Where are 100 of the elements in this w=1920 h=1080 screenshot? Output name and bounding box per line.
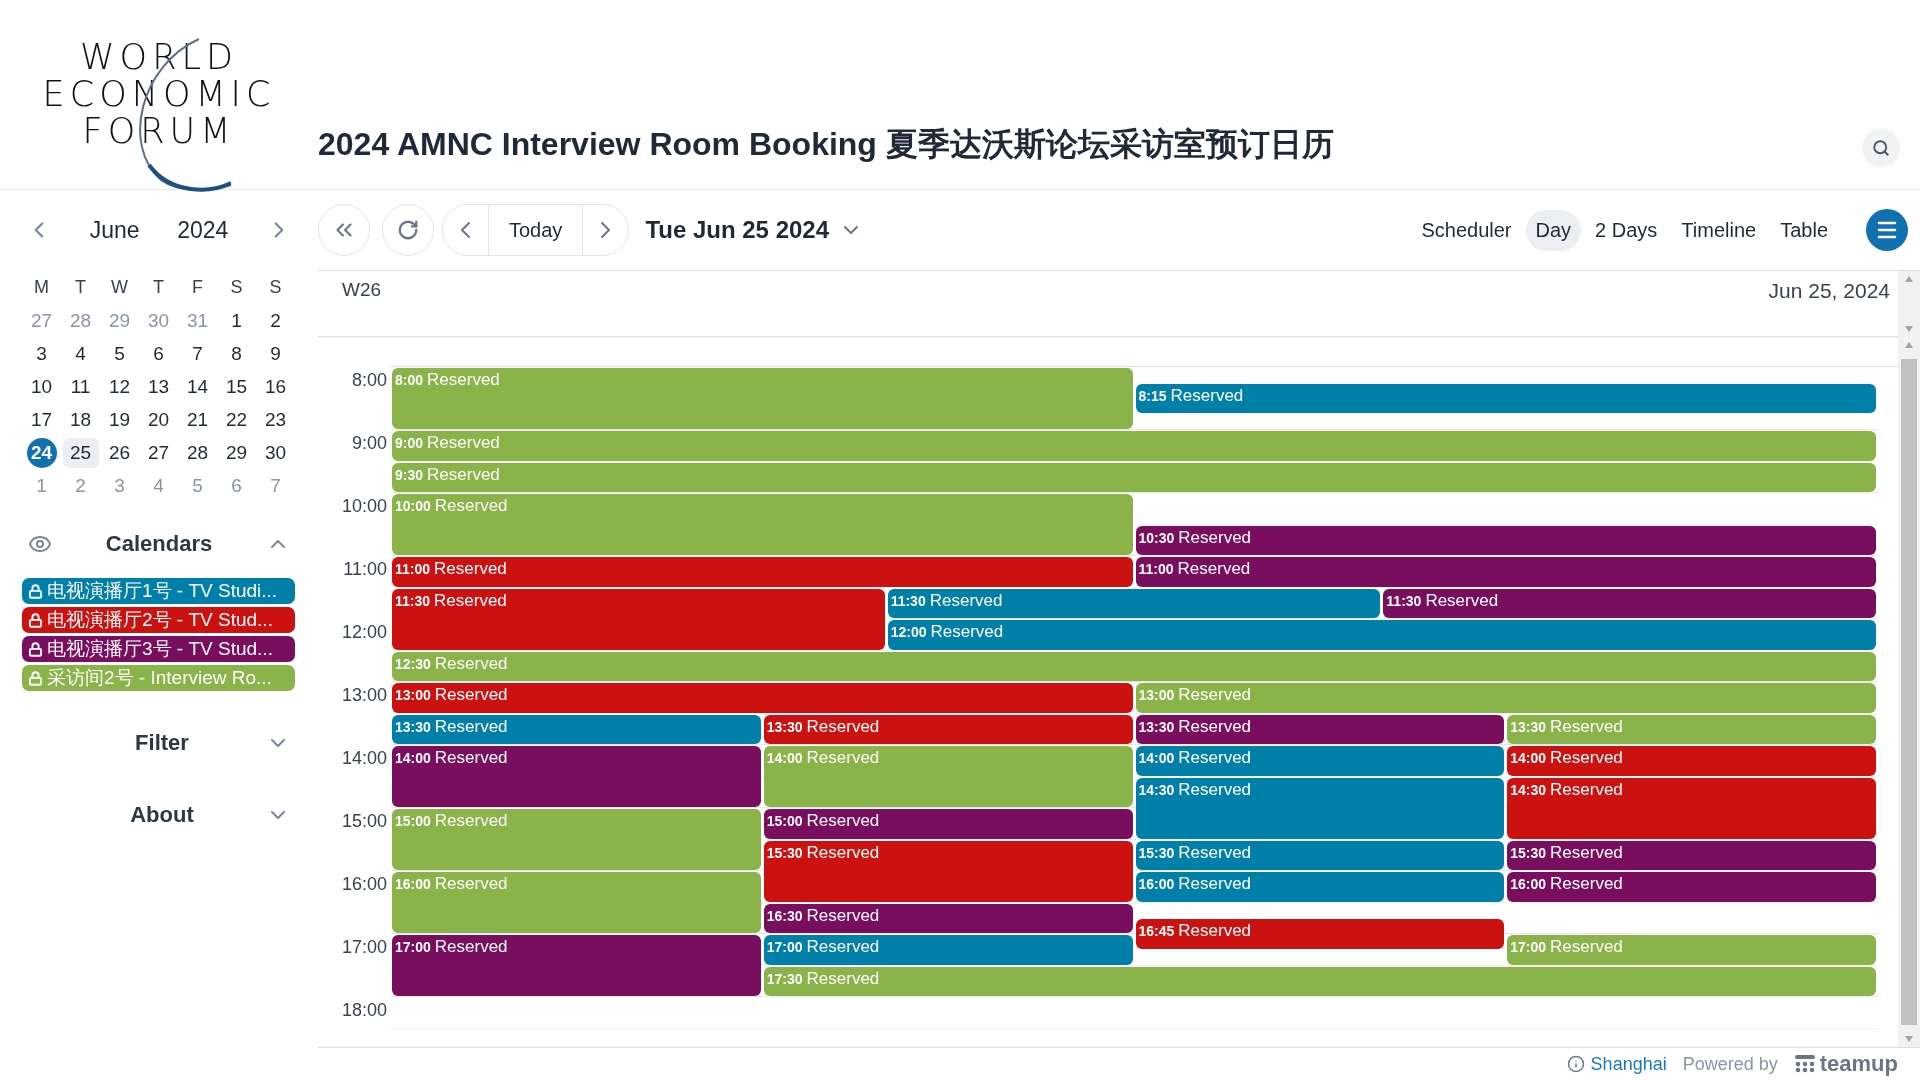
calendar-day[interactable]: 27 bbox=[142, 437, 175, 468]
calendar-day[interactable]: 3 bbox=[25, 338, 58, 369]
calendar-day[interactable]: 25 bbox=[64, 437, 97, 468]
refresh-button[interactable] bbox=[382, 204, 434, 256]
scrollbar[interactable] bbox=[1898, 271, 1920, 337]
calendar-day[interactable]: 28 bbox=[181, 437, 214, 468]
event-label: 17:00 Reserved bbox=[766, 937, 880, 956]
menu-button[interactable] bbox=[1866, 209, 1908, 251]
event-block[interactable]: 11:00 Reserved bbox=[392, 557, 1133, 587]
event-label: 14:00 Reserved bbox=[395, 748, 508, 767]
event-block[interactable]: 16:45 Reserved bbox=[1135, 919, 1505, 949]
event-block[interactable]: 14:00 Reserved bbox=[392, 746, 761, 807]
event-block[interactable]: 11:30 Reserved bbox=[1383, 588, 1876, 618]
weekday-label: W bbox=[110, 275, 129, 299]
calendar-day[interactable]: 18 bbox=[64, 404, 97, 435]
calendar-day[interactable]: 19 bbox=[103, 404, 136, 435]
calendar-day[interactable]: 11 bbox=[64, 371, 97, 402]
view-tab[interactable]: Scheduler bbox=[1411, 209, 1522, 251]
event-block[interactable]: 11:30 Reserved bbox=[392, 588, 885, 650]
view-tab[interactable]: Day bbox=[1525, 209, 1582, 251]
calendar-day[interactable]: 13 bbox=[142, 371, 175, 402]
calendar-day[interactable]: 4 bbox=[64, 338, 97, 369]
date-picker-button[interactable]: Tue Jun 25 2024 bbox=[645, 216, 864, 244]
event-block[interactable]: 16:30 Reserved bbox=[763, 903, 1133, 933]
event-block[interactable]: 10:30 Reserved bbox=[1135, 525, 1876, 555]
event-label: 14:00 Reserved bbox=[1138, 748, 1252, 767]
event-label: 12:00 Reserved bbox=[890, 622, 1004, 641]
calendar-day[interactable]: 22 bbox=[220, 404, 253, 435]
event-block[interactable]: 15:30 Reserved bbox=[1135, 840, 1505, 870]
event-block[interactable]: 12:00 Reserved bbox=[887, 620, 1876, 650]
event-block[interactable]: 15:30 Reserved bbox=[763, 840, 1133, 902]
calendar-day[interactable]: 6 bbox=[142, 338, 175, 369]
event-label: 9:00 Reserved bbox=[395, 433, 500, 452]
event-block[interactable]: 8:15 Reserved bbox=[1135, 383, 1876, 414]
calendar-item[interactable]: 电视演播厅3号 - TV Stud... bbox=[22, 636, 295, 662]
calendar-day[interactable]: 8 bbox=[220, 338, 253, 369]
section-title[interactable]: Filter bbox=[58, 730, 266, 756]
powered-by-text: Powered by bbox=[1682, 1053, 1778, 1075]
view-tab[interactable]: 2 Days bbox=[1585, 209, 1668, 251]
scroll-down-icon[interactable] bbox=[1904, 325, 1914, 333]
event-block[interactable]: 11:30 Reserved bbox=[887, 588, 1381, 618]
hour-label: 17:00 bbox=[341, 937, 387, 959]
event-block[interactable]: 11:00 Reserved bbox=[1135, 557, 1876, 587]
event-block[interactable]: 15:30 Reserved bbox=[1507, 840, 1876, 870]
event-block[interactable]: 16:00 Reserved bbox=[1135, 872, 1505, 902]
view-tab[interactable]: Table bbox=[1770, 209, 1838, 251]
event-block[interactable]: 17:00 Reserved bbox=[763, 935, 1133, 965]
lock-icon bbox=[28, 583, 43, 599]
calendar-day[interactable]: 7 bbox=[181, 338, 214, 369]
hour-label: 13:00 bbox=[341, 685, 387, 707]
calendar-day[interactable]: 9 bbox=[259, 338, 292, 369]
event-block[interactable]: 13:30 Reserved bbox=[1135, 714, 1505, 744]
event-block[interactable]: 17:00 Reserved bbox=[392, 935, 761, 996]
chevron-left-icon bbox=[461, 222, 470, 238]
calendar-day[interactable]: 14 bbox=[181, 371, 214, 402]
calendar-day[interactable]: 5 bbox=[103, 338, 136, 369]
event-label: 14:30 Reserved bbox=[1510, 779, 1623, 799]
collapse-sidebar-button[interactable] bbox=[318, 204, 370, 256]
calendar-day[interactable]: 2 bbox=[259, 305, 292, 336]
search-button[interactable] bbox=[1862, 129, 1900, 167]
event-block[interactable]: 14:30 Reserved bbox=[1135, 777, 1505, 839]
month-label[interactable]: June bbox=[89, 216, 140, 244]
event-block[interactable]: 14:00 Reserved bbox=[1135, 746, 1505, 776]
hour-label: 16:00 bbox=[341, 874, 387, 896]
event-block[interactable]: 16:00 Reserved bbox=[1507, 872, 1876, 902]
section-title[interactable]: Calendars bbox=[52, 531, 266, 557]
brand-name: teamup bbox=[1819, 1051, 1898, 1077]
calendar-day[interactable]: 23 bbox=[259, 404, 292, 435]
event-block[interactable]: 14:00 Reserved bbox=[1507, 746, 1876, 776]
scrollbar[interactable] bbox=[1898, 337, 1920, 1047]
scroll-up-icon[interactable] bbox=[1904, 275, 1914, 283]
calendar-day[interactable]: 15 bbox=[220, 371, 253, 402]
calendar-day[interactable]: 21 bbox=[181, 404, 214, 435]
scroll-up-icon[interactable] bbox=[1904, 341, 1914, 349]
calendar-day[interactable]: 16 bbox=[259, 371, 292, 402]
calendar-day[interactable]: 29 bbox=[220, 437, 253, 468]
calendar-day[interactable]: 30 bbox=[259, 437, 292, 468]
event-block[interactable]: 13:30 Reserved bbox=[392, 714, 761, 744]
calendar-day[interactable]: 12 bbox=[103, 371, 136, 402]
calendar-day[interactable]: 10 bbox=[25, 371, 58, 402]
event-label: 15:30 Reserved bbox=[1138, 842, 1252, 862]
calendar-day[interactable]: 17 bbox=[25, 404, 58, 435]
week-number: W26 bbox=[342, 279, 382, 302]
event-block[interactable]: 13:30 Reserved bbox=[763, 714, 1133, 744]
event-block[interactable]: 14:30 Reserved bbox=[1507, 777, 1876, 839]
event-block[interactable]: 15:00 Reserved bbox=[763, 809, 1133, 839]
calendar-day[interactable]: 1 bbox=[220, 305, 253, 336]
calendar-item[interactable]: 电视演播厅1号 - TV Studi... bbox=[22, 578, 295, 604]
calendar-item[interactable]: 电视演播厅2号 - TV Stud... bbox=[22, 607, 295, 633]
calendar-day[interactable]: 26 bbox=[103, 437, 136, 468]
section-title[interactable]: About bbox=[58, 802, 266, 828]
event-block[interactable]: 13:00 Reserved bbox=[392, 683, 1133, 713]
view-tab[interactable]: Timeline bbox=[1671, 209, 1767, 251]
calendar-day[interactable]: 20 bbox=[142, 404, 175, 435]
year-label[interactable]: 2024 bbox=[177, 216, 229, 244]
lock-icon bbox=[28, 641, 43, 657]
calendar-day[interactable]: 24 bbox=[26, 437, 57, 468]
timezone-link[interactable]: Shanghai bbox=[1566, 1053, 1667, 1075]
event-label: 15:30 Reserved bbox=[1510, 842, 1623, 862]
scroll-down-icon[interactable] bbox=[1904, 1035, 1914, 1043]
